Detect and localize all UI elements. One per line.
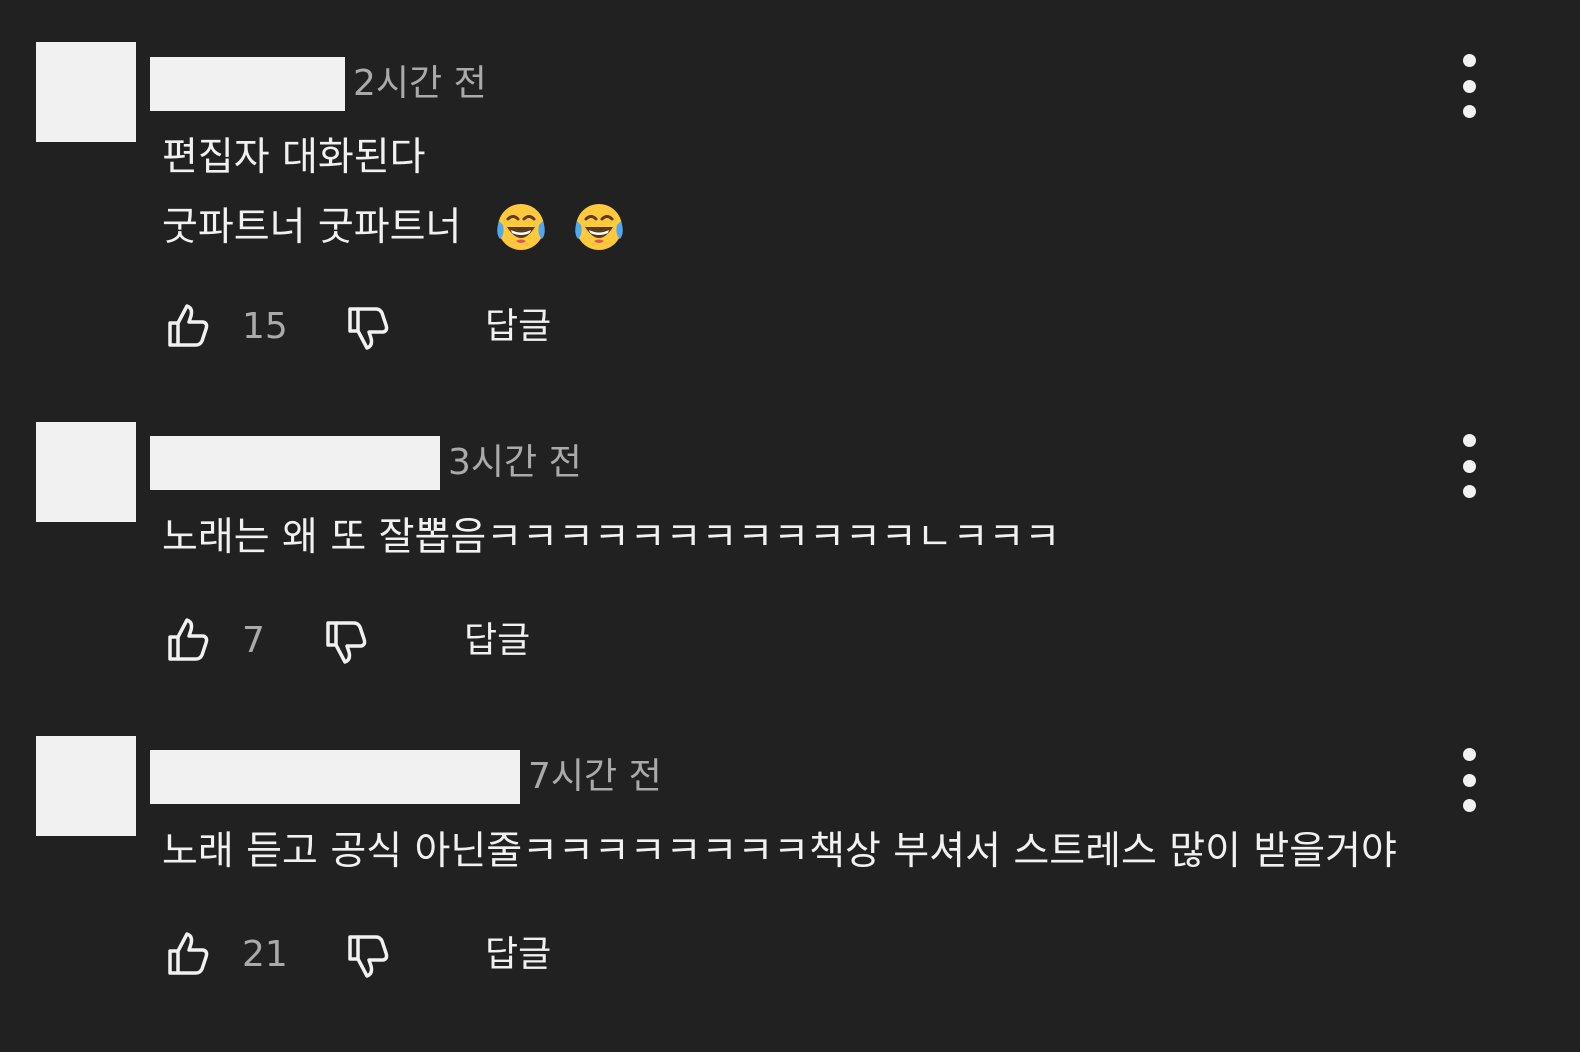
thumbs-up-icon[interactable] [162, 301, 214, 353]
comment-timestamp: 7시간 전 [528, 756, 662, 797]
comment-text-line-1: 편집자 대화된다 [162, 135, 426, 180]
author-name-redacted[interactable] [150, 57, 345, 111]
reply-button[interactable]: 답글 [485, 301, 551, 353]
thumbs-down-icon[interactable] [320, 615, 372, 667]
like-count: 21 [242, 934, 288, 975]
thumbs-down-icon[interactable] [342, 301, 394, 353]
avatar[interactable] [36, 736, 136, 836]
laughing-tears-emoji-icon [575, 203, 624, 250]
thumbs-up-icon[interactable] [162, 929, 214, 981]
more-options-icon[interactable] [1452, 434, 1486, 498]
comment-text-line-2: 굿파트너 굿파트너 [162, 200, 626, 257]
comment-text-line-1: 노래 듣고 공식 아닌줄ㅋㅋㅋㅋㅋㅋㅋㅋ책상 부셔서 스트레스 많이 받을거야 [162, 829, 1397, 874]
comment-timestamp: 2시간 전 [353, 63, 487, 104]
thumbs-down-icon[interactable] [342, 929, 394, 981]
avatar[interactable] [36, 422, 136, 522]
thumbs-up-icon[interactable] [162, 615, 214, 667]
laughing-tears-emoji-icon [497, 203, 545, 250]
comment-text-line-1: 노래는 왜 또 잘뽑음ㅋㅋㅋㅋㅋㅋㅋㅋㅋㅋㅋㅋㄴㅋㅋㅋ [162, 515, 1061, 560]
more-options-icon[interactable] [1452, 54, 1486, 118]
like-count: 15 [242, 306, 288, 347]
like-count: 7 [242, 620, 265, 661]
author-name-redacted[interactable] [150, 750, 520, 804]
comment-text-segment: 굿파트너 굿파트너 [162, 205, 462, 250]
avatar[interactable] [36, 42, 136, 142]
more-options-icon[interactable] [1452, 748, 1486, 812]
author-name-redacted[interactable] [150, 436, 440, 490]
comment-timestamp: 3시간 전 [448, 442, 582, 483]
reply-button[interactable]: 답글 [485, 929, 551, 981]
reply-button[interactable]: 답글 [464, 615, 530, 667]
